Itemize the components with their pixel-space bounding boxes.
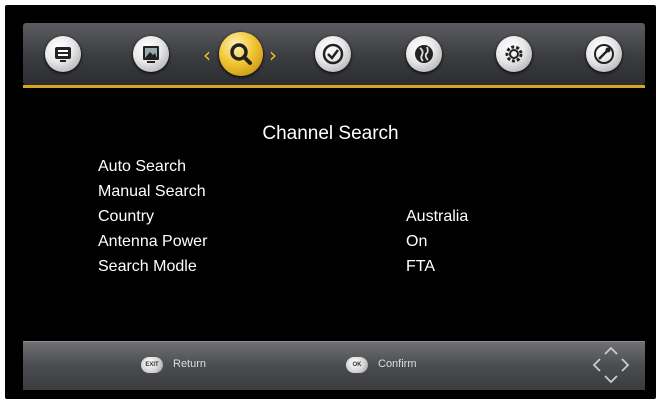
gear-icon <box>502 42 526 66</box>
clock-icon <box>321 42 345 66</box>
menu-item-label: Search Modle <box>98 258 197 275</box>
menu-item-label: Auto Search <box>98 158 187 175</box>
page-title: Channel Search <box>262 123 399 144</box>
menu-item-label: Manual Search <box>98 183 206 200</box>
top-menu-bar: ‹ › <box>23 23 645 85</box>
tab-picture[interactable] <box>133 36 169 72</box>
tab-channel-search[interactable] <box>219 32 263 76</box>
menu-item-value: Australia <box>406 208 469 225</box>
ok-key-icon: OK <box>346 357 368 373</box>
picture-icon <box>140 43 162 65</box>
tab-right-arrow-icon: › <box>269 43 277 67</box>
menu-item-value: On <box>406 233 428 250</box>
tab-left-arrow-icon: ‹ <box>203 43 211 67</box>
menu-item-value: FTA <box>406 258 436 275</box>
program-list-icon <box>52 43 74 65</box>
tv-screen: ‹ › Channel Search Auto Search Manual Se… <box>5 5 656 399</box>
menu-item-label: Antenna Power <box>98 233 208 250</box>
tab-system[interactable] <box>496 36 532 72</box>
tab-language[interactable] <box>406 36 442 72</box>
globe-icon <box>412 42 436 66</box>
navigation-arrows-icon <box>591 344 631 391</box>
exit-key-icon: EXIT <box>141 357 163 373</box>
tab-time[interactable] <box>315 36 351 72</box>
search-icon <box>228 41 254 67</box>
menu-item-label: Country <box>98 208 155 225</box>
top-bar-accent-line <box>23 85 645 88</box>
return-hint: Return <box>173 358 207 370</box>
tab-tools[interactable] <box>586 36 622 72</box>
tools-icon <box>592 42 616 66</box>
confirm-hint: Confirm <box>378 358 417 370</box>
tab-program-list[interactable] <box>45 36 81 72</box>
help-bar: EXIT Return OK Confirm <box>23 341 645 390</box>
